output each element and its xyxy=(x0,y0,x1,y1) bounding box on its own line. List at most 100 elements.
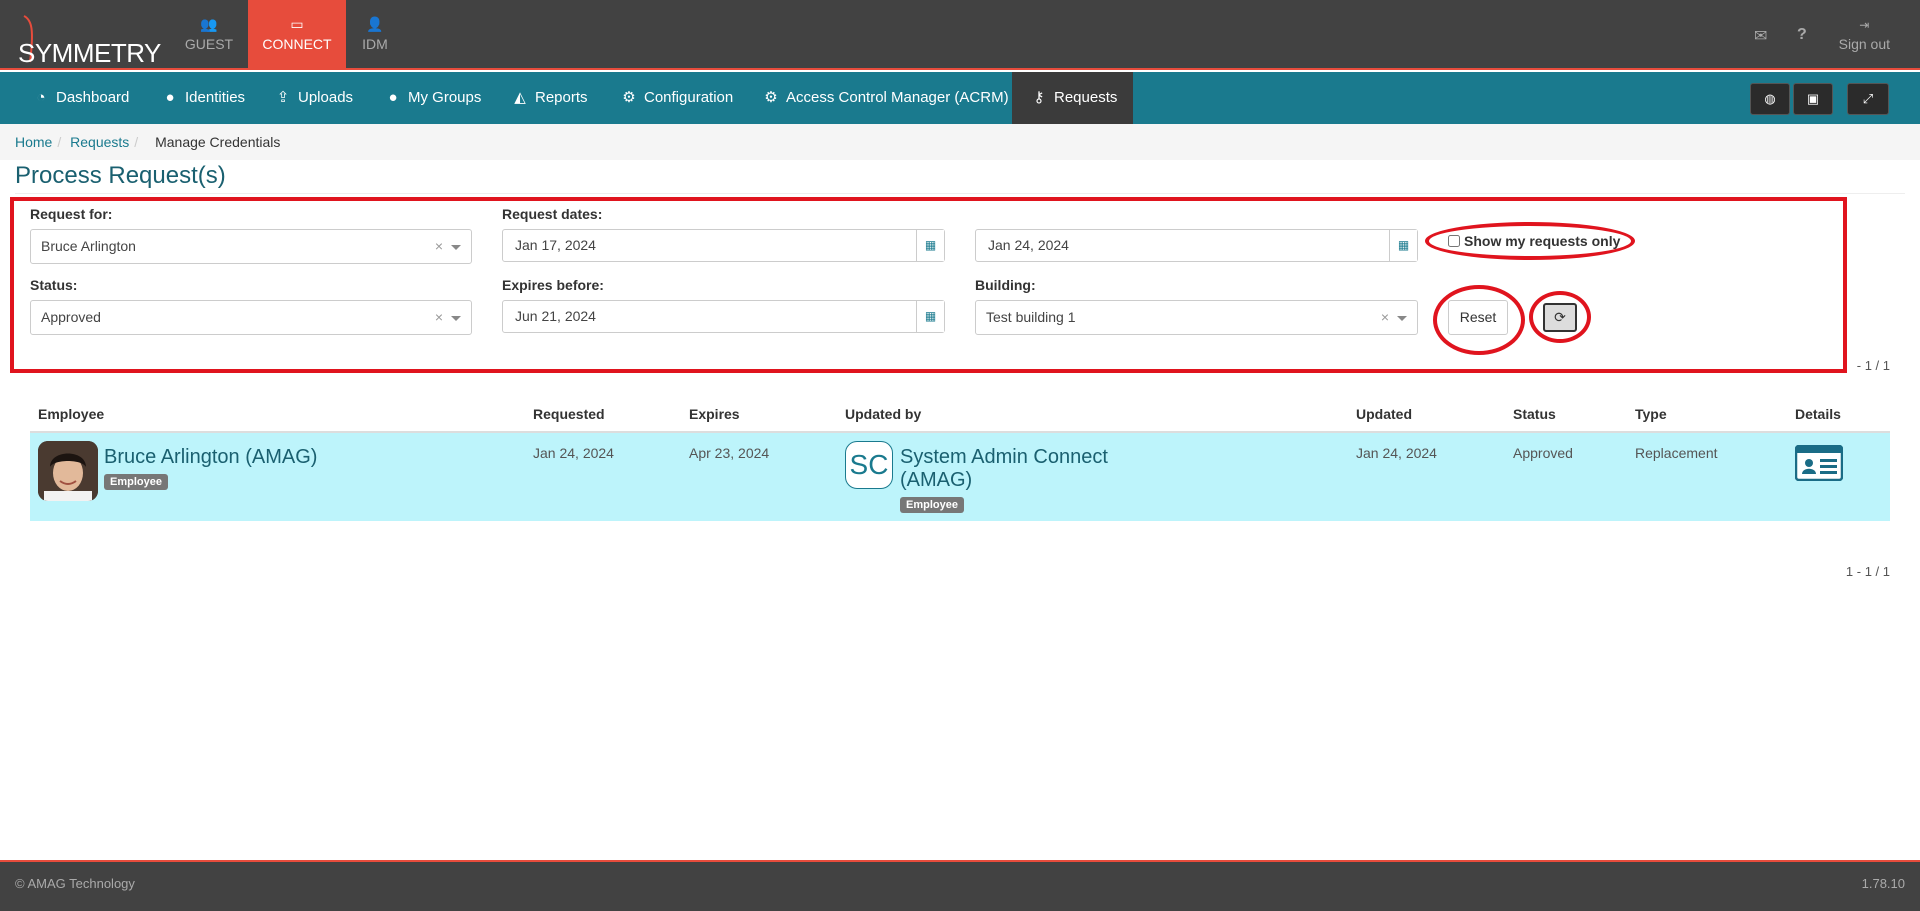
breadcrumb-home[interactable]: Home xyxy=(15,134,52,150)
clear-icon[interactable]: × xyxy=(435,230,443,263)
employee-avatar xyxy=(38,441,98,501)
status-value: Approved xyxy=(41,309,101,325)
request-for-select[interactable]: Bruce Arlington × xyxy=(30,229,472,264)
col-requested[interactable]: Requested xyxy=(533,406,605,422)
status-label: Status: xyxy=(30,277,78,293)
updated-by-name-link[interactable]: System Admin Connect (AMAG) xyxy=(900,446,1140,492)
reset-button[interactable]: Reset xyxy=(1448,300,1508,335)
employee-type-badge: Employee xyxy=(104,474,168,490)
breadcrumb-current: Manage Credentials xyxy=(155,134,281,150)
calendar-icon[interactable]: ▦ xyxy=(916,301,944,332)
chevron-down-icon[interactable] xyxy=(451,245,461,250)
request-date-from-field[interactable]: Jan 17, 2024 ▦ xyxy=(502,229,945,262)
lock-button[interactable]: ▣ xyxy=(1793,83,1833,115)
requested-date: Jan 24, 2024 xyxy=(533,445,614,461)
menu-reports-label: Reports xyxy=(535,89,588,106)
topnav-idm-label: IDM xyxy=(362,36,388,52)
col-status[interactable]: Status xyxy=(1513,406,1556,422)
request-status: Approved xyxy=(1513,445,1573,461)
key-icon: ⚷ xyxy=(1033,89,1045,106)
col-expires[interactable]: Expires xyxy=(689,406,740,422)
menu-my-groups[interactable]: ● My Groups xyxy=(384,72,481,124)
updated-by-type-badge: Employee xyxy=(900,497,964,513)
menu-acrm-label: Access Control Manager (ACRM) xyxy=(786,89,1009,106)
calendar-icon[interactable]: ▦ xyxy=(1389,230,1417,261)
area-chart-icon: ◭ xyxy=(514,89,526,106)
help-icon[interactable]: ? xyxy=(1797,26,1807,44)
sign-out-icon: ⇥ xyxy=(1859,18,1870,32)
date-to-value: Jan 24, 2024 xyxy=(988,237,1069,253)
clear-icon[interactable]: × xyxy=(435,301,443,334)
col-updated[interactable]: Updated xyxy=(1356,406,1412,422)
menu-dashboard-label: Dashboard xyxy=(56,89,130,106)
breadcrumb-requests[interactable]: Requests xyxy=(70,134,129,150)
pager-bottom: 1 - 1 / 1 xyxy=(1845,564,1890,579)
col-type[interactable]: Type xyxy=(1635,406,1667,422)
globe-button[interactable]: ◍ xyxy=(1750,83,1790,115)
logo-text: SYMMETRY xyxy=(18,38,161,68)
updated-date: Jan 24, 2024 xyxy=(1356,445,1437,461)
clear-icon[interactable]: × xyxy=(1381,301,1389,334)
user-icon: ● xyxy=(165,89,175,106)
globe-icon: ◍ xyxy=(1764,91,1776,106)
menu-configuration-label: Configuration xyxy=(644,89,734,106)
users-icon: ● xyxy=(388,89,398,106)
topnav-connect-label: CONNECT xyxy=(262,36,332,52)
expires-before-value: Jun 21, 2024 xyxy=(515,308,596,324)
lock-icon: ▣ xyxy=(1806,91,1820,106)
menu-uploads-label: Uploads xyxy=(298,89,354,106)
user-plus-icon: 👤 xyxy=(366,16,384,32)
sign-out-label: Sign out xyxy=(1838,36,1890,52)
version: 1.78.10 xyxy=(1861,876,1905,891)
upload-icon: ⇪ xyxy=(276,89,290,106)
sign-out-button[interactable]: ⇥ Sign out xyxy=(1839,18,1890,52)
topnav-idm[interactable]: 👤 IDM xyxy=(326,0,424,70)
fullscreen-button[interactable]: ⤢ xyxy=(1847,83,1889,115)
request-date-to-field[interactable]: Jan 24, 2024 ▦ xyxy=(975,229,1418,262)
expires-date: Apr 23, 2024 xyxy=(689,445,770,461)
footer: © AMAG Technology 1.78.10 xyxy=(0,860,1920,911)
id-card-icon[interactable] xyxy=(1795,445,1843,481)
symmetry-logo[interactable]: SYMMETRY xyxy=(8,6,168,68)
breadcrumb-separator: / xyxy=(134,134,139,150)
users-icon: 👥 xyxy=(200,16,218,32)
expires-before-field[interactable]: Jun 21, 2024 ▦ xyxy=(502,300,945,333)
col-employee[interactable]: Employee xyxy=(38,406,104,422)
page-title: Process Request(s) xyxy=(15,162,226,189)
expand-icon: ⤢ xyxy=(1862,91,1874,106)
pager-top: - 1 / 1 xyxy=(1856,358,1890,373)
status-select[interactable]: Approved × xyxy=(30,300,472,335)
show-my-requests-label: Show my requests only xyxy=(1464,233,1621,249)
topnav-guest[interactable]: 👥 GUEST xyxy=(160,0,258,70)
menu-identities[interactable]: ● Identities xyxy=(161,72,245,124)
building-label: Building: xyxy=(975,277,1036,293)
employee-name-link[interactable]: Bruce Arlington (AMAG) xyxy=(104,446,317,469)
col-updated-by[interactable]: Updated by xyxy=(845,406,921,422)
show-my-requests-checkbox[interactable]: Show my requests only xyxy=(1448,233,1620,249)
menu-dashboard[interactable]: ◔ Dashboard xyxy=(32,72,129,124)
envelope-icon[interactable]: ✉ xyxy=(1754,26,1767,46)
chevron-down-icon[interactable] xyxy=(1397,316,1407,321)
menu-acrm[interactable]: ⚙ Access Control Manager (ACRM) xyxy=(762,72,1009,124)
date-from-value: Jan 17, 2024 xyxy=(515,237,596,253)
request-type: Replacement xyxy=(1635,445,1718,461)
gear-icon: ⚙ xyxy=(622,89,636,106)
show-my-requests-input[interactable] xyxy=(1448,235,1460,247)
request-dates-label: Request dates: xyxy=(502,206,603,222)
menu-identities-label: Identities xyxy=(185,89,246,106)
building-select[interactable]: Test building 1 × xyxy=(975,300,1418,335)
calendar-icon[interactable]: ▦ xyxy=(916,230,944,261)
main-menu: ◔ Dashboard ● Identities ⇪ Uploads ● My Grou… xyxy=(0,72,1920,124)
top-bar: SYMMETRY 👥 GUEST ▭ CONNECT 👤 IDM ✉ ? ⇥ S… xyxy=(0,0,1920,70)
chevron-down-icon[interactable] xyxy=(451,316,461,321)
request-for-label: Request for: xyxy=(30,206,113,222)
request-for-value: Bruce Arlington xyxy=(41,238,136,254)
breadcrumb: Home / Requests / Manage Credentials xyxy=(0,124,1920,160)
menu-uploads[interactable]: ⇪ Uploads xyxy=(274,72,353,124)
menu-requests-label: Requests xyxy=(1054,89,1118,106)
copyright: © AMAG Technology xyxy=(15,876,135,891)
menu-reports[interactable]: ◭ Reports xyxy=(511,72,588,124)
refresh-button[interactable]: ⟳ xyxy=(1543,303,1577,332)
menu-requests[interactable]: ⚷ Requests xyxy=(1012,72,1133,124)
menu-configuration[interactable]: ⚙ Configuration xyxy=(620,72,733,124)
